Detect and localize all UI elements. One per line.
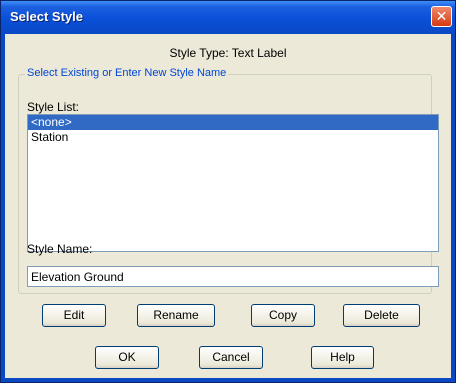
list-item[interactable]: <none> [28,115,438,130]
rename-button[interactable]: Rename [137,304,215,327]
delete-button[interactable]: Delete [343,304,420,327]
dialog-body: Style Type: Text Label Select Existing o… [5,34,451,378]
window-border-right [451,34,455,382]
list-item[interactable]: Station [28,130,438,145]
style-list-label: Style List: [27,100,80,114]
close-button[interactable]: ✕ [431,6,452,27]
group-label: Select Existing or Enter New Style Name [25,67,229,79]
close-icon: ✕ [435,8,448,24]
style-list[interactable]: <none> Station [27,114,439,252]
cancel-button[interactable]: Cancel [199,346,263,369]
ok-button[interactable]: OK [95,346,159,369]
copy-button[interactable]: Copy [251,304,315,327]
edit-button[interactable]: Edit [42,304,106,327]
help-button[interactable]: Help [311,346,374,369]
dialog-title: Select Style [10,9,83,24]
select-style-dialog: Select Style ✕ Style Type: Text Label Se… [0,0,456,383]
window-border-bottom [1,378,455,382]
title-bar[interactable]: Select Style ✕ [1,1,455,34]
style-name-label: Style Name: [27,242,93,256]
style-name-input[interactable] [27,266,439,287]
style-type-text: Style Type: Text Label [169,46,287,60]
